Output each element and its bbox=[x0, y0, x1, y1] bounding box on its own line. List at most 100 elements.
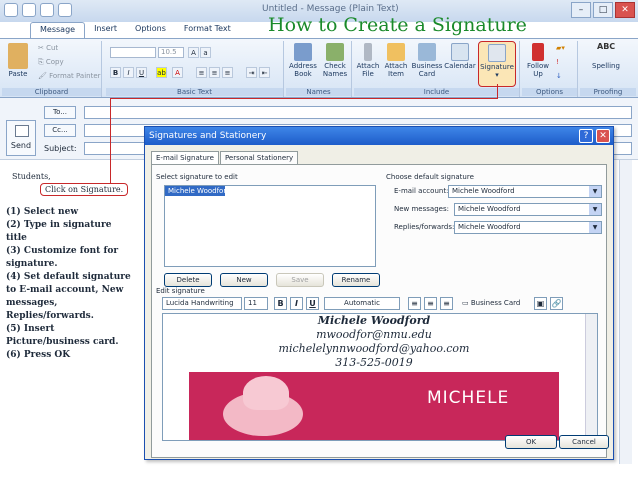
copy-button[interactable]: ⎘ Copy bbox=[38, 58, 64, 67]
callout-line-connector bbox=[497, 84, 499, 99]
rename-button[interactable]: Rename bbox=[332, 273, 380, 287]
indent-button[interactable]: ⇥ bbox=[246, 67, 257, 78]
align-right-button[interactable]: ≡ bbox=[222, 67, 233, 78]
card-name: MICHELE bbox=[427, 388, 510, 408]
tab-personal-stationery[interactable]: Personal Stationery bbox=[219, 151, 299, 165]
names-label: Names bbox=[286, 88, 351, 96]
greeting-text: Students, bbox=[12, 172, 51, 181]
signature-button[interactable]: Signature ▾ bbox=[478, 41, 516, 87]
instruction-line: to E-mail account, New bbox=[6, 285, 124, 295]
insert-picture-icon[interactable]: ▣ bbox=[534, 297, 547, 310]
message-scrollbar[interactable] bbox=[619, 160, 632, 464]
align-center-icon[interactable]: ≡ bbox=[424, 297, 437, 310]
align-left-icon[interactable]: ≡ bbox=[408, 297, 421, 310]
instruction-line: Replies/forwards. bbox=[6, 311, 94, 321]
high-importance-icon[interactable]: ! bbox=[556, 58, 559, 66]
business-card-link[interactable]: ▭ Business Card bbox=[462, 299, 520, 307]
outdent-button[interactable]: ⇤ bbox=[259, 67, 270, 78]
underline-button[interactable]: U bbox=[306, 297, 319, 310]
signature-list[interactable]: Michele Woodford bbox=[164, 185, 376, 267]
low-importance-icon[interactable]: ↓ bbox=[556, 72, 562, 80]
new-messages-select[interactable]: Michele Woodford ▼ bbox=[454, 203, 602, 216]
bold-button[interactable]: B bbox=[110, 67, 121, 78]
attach-file-button[interactable]: Attach File bbox=[354, 43, 382, 78]
align-right-icon[interactable]: ≡ bbox=[440, 297, 453, 310]
save-button[interactable]: Save bbox=[276, 273, 324, 287]
insert-hyperlink-icon[interactable]: 🔗 bbox=[550, 297, 563, 310]
italic-button[interactable]: I bbox=[290, 297, 303, 310]
italic-button[interactable]: I bbox=[123, 67, 134, 78]
envelope-icon bbox=[387, 43, 405, 61]
align-center-button[interactable]: ≡ bbox=[209, 67, 220, 78]
dropdown-arrow-icon: ▼ bbox=[589, 204, 601, 215]
cut-button[interactable]: ✂ Cut bbox=[38, 44, 58, 52]
tab-format-text[interactable]: Format Text bbox=[175, 22, 240, 38]
basic-text-group: 10.5 A a B I U ab A ≡ ≡ ≡ ⇥ ⇤ Basic Text bbox=[106, 41, 284, 97]
tab-email-signature[interactable]: E-mail Signature bbox=[151, 151, 219, 165]
format-painter-button[interactable]: 🖌 Format Painter bbox=[38, 72, 101, 80]
save-icon[interactable] bbox=[22, 3, 36, 17]
font-select[interactable]: Lucida Handwriting bbox=[162, 297, 242, 310]
instruction-line: messages, bbox=[6, 298, 58, 308]
maximize-button[interactable]: □ bbox=[593, 2, 613, 18]
email-account-label: E-mail account: bbox=[394, 187, 449, 195]
signature-editor[interactable]: Michele Woodford mwoodfor@nmu.edu michel… bbox=[162, 313, 598, 441]
email-account-select[interactable]: Michele Woodford ▼ bbox=[448, 185, 602, 198]
tab-options[interactable]: Options bbox=[126, 22, 175, 38]
paste-button[interactable]: Paste bbox=[6, 43, 30, 78]
cancel-button[interactable]: Cancel bbox=[559, 435, 609, 449]
delete-button[interactable]: Delete bbox=[164, 273, 212, 287]
signature-list-item[interactable]: Michele Woodford bbox=[165, 186, 231, 196]
send-button[interactable]: Send bbox=[6, 120, 36, 156]
dialog-title: Signatures and Stationery bbox=[149, 131, 267, 141]
highlight-button[interactable]: ab bbox=[156, 67, 167, 78]
undo-icon[interactable] bbox=[40, 3, 54, 17]
paste-icon bbox=[8, 43, 28, 69]
signature-pen-icon bbox=[488, 44, 506, 62]
callout-line-horizontal bbox=[110, 98, 498, 100]
color-select[interactable]: Automatic bbox=[324, 297, 400, 310]
ok-button[interactable]: OK bbox=[505, 435, 557, 449]
follow-up-button[interactable]: Follow Up bbox=[524, 43, 552, 78]
signature-email-2: michelelynnwoodford@yahoo.com bbox=[278, 342, 470, 355]
attach-item-button[interactable]: Attach Item bbox=[382, 43, 410, 78]
instruction-line: (1) Select new bbox=[6, 207, 79, 217]
to-field[interactable] bbox=[84, 106, 632, 119]
business-card-icon bbox=[418, 43, 436, 61]
check-names-icon bbox=[326, 43, 344, 61]
bold-button[interactable]: B bbox=[274, 297, 287, 310]
instruction-line: signature. bbox=[6, 259, 58, 269]
font-size-combo[interactable]: 10.5 bbox=[158, 47, 184, 58]
help-button[interactable]: ? bbox=[579, 129, 593, 143]
cc-button[interactable]: Cc... bbox=[44, 124, 76, 137]
calendar-button[interactable]: Calendar bbox=[444, 43, 476, 70]
office-button-icon[interactable] bbox=[4, 3, 18, 17]
font-color-button[interactable]: A bbox=[172, 67, 183, 78]
grow-font-button[interactable]: A bbox=[188, 47, 199, 58]
address-book-button[interactable]: Address Book bbox=[288, 43, 318, 78]
editor-scrollbar[interactable] bbox=[585, 314, 597, 440]
dropdown-arrow-icon: ▼ bbox=[589, 222, 601, 233]
to-button[interactable]: To... bbox=[44, 106, 76, 119]
minimize-button[interactable]: – bbox=[571, 2, 591, 18]
categorize-icon[interactable]: ▰▾ bbox=[556, 44, 565, 52]
business-card-button[interactable]: Business Card bbox=[410, 43, 444, 78]
dialog-close-button[interactable]: ✕ bbox=[596, 129, 610, 143]
spelling-button[interactable]: ABC Spelling bbox=[588, 43, 624, 71]
clipboard-label: Clipboard bbox=[2, 88, 101, 96]
replies-select[interactable]: Michele Woodford ▼ bbox=[454, 221, 602, 234]
new-button[interactable]: New bbox=[220, 273, 268, 287]
hat-crown-shape bbox=[243, 376, 289, 410]
tab-insert[interactable]: Insert bbox=[85, 22, 126, 38]
new-messages-label: New messages: bbox=[394, 205, 449, 213]
shrink-font-button[interactable]: a bbox=[200, 47, 211, 58]
check-names-button[interactable]: Check Names bbox=[320, 43, 350, 78]
redo-icon[interactable] bbox=[58, 3, 72, 17]
align-left-button[interactable]: ≡ bbox=[196, 67, 207, 78]
font-name-combo[interactable] bbox=[110, 47, 156, 58]
ribbon: Paste ✂ Cut ⎘ Copy 🖌 Format Painter Clip… bbox=[0, 38, 638, 98]
close-button[interactable]: ✕ bbox=[615, 2, 635, 18]
tab-message[interactable]: Message bbox=[30, 22, 86, 38]
font-size-select[interactable]: 11 bbox=[244, 297, 268, 310]
underline-button[interactable]: U bbox=[136, 67, 147, 78]
